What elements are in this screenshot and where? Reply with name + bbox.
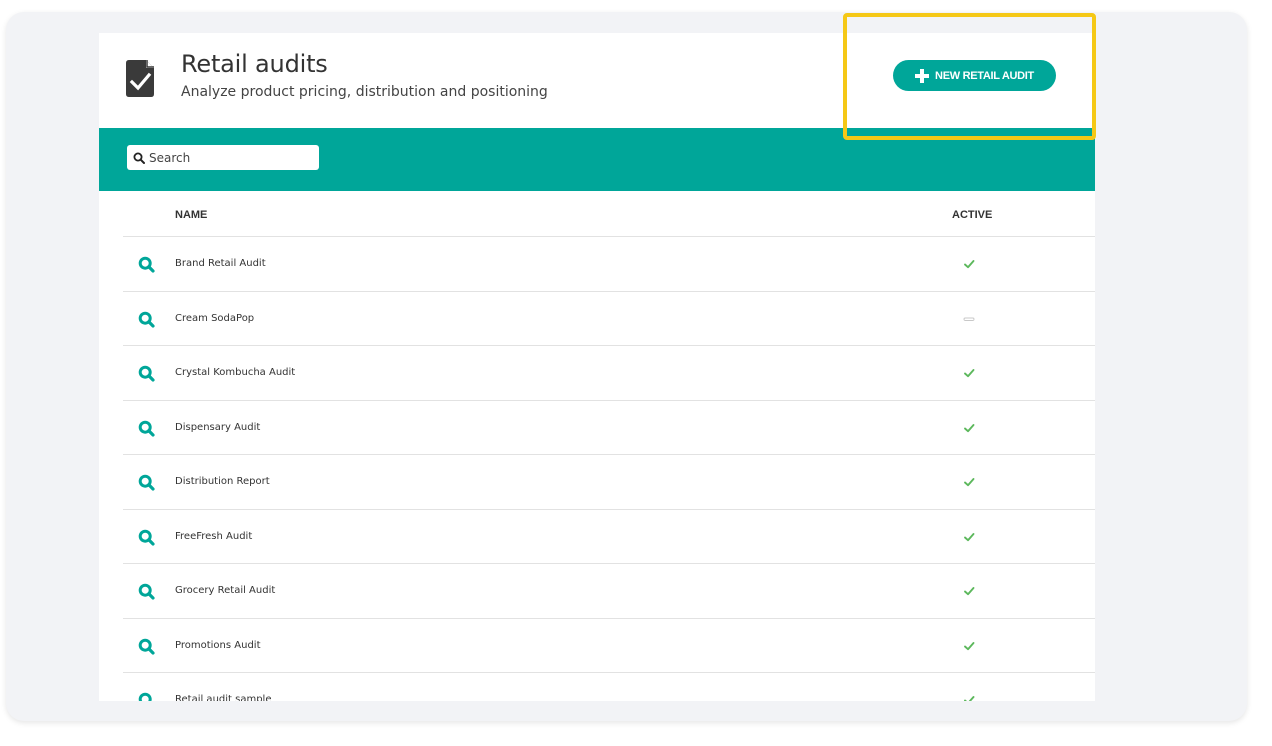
search-box[interactable]	[127, 145, 319, 170]
document-check-icon	[126, 60, 154, 97]
view-magnifier-icon[interactable]	[138, 256, 155, 273]
column-header-name: NAME	[175, 209, 208, 221]
audits-table: NAME ACTIVE Brand Retail Audit Cream Soda…	[123, 191, 1095, 701]
row-name: Dispensary Audit	[175, 421, 261, 433]
row-name: Crystal Kombucha Audit	[175, 367, 296, 378]
view-magnifier-icon[interactable]	[138, 311, 155, 328]
page-title: Retail audits	[181, 50, 328, 78]
active-check-icon	[964, 369, 975, 378]
table-row[interactable]: Brand Retail Audit	[123, 237, 1095, 292]
inactive-dash-icon	[963, 317, 975, 321]
new-retail-audit-label: NEW RETAIL AUDIT	[935, 69, 1034, 82]
row-name: Brand Retail Audit	[175, 258, 266, 269]
table-row[interactable]: Retail audit sample	[123, 673, 1095, 701]
row-name: FreeFresh Audit	[175, 530, 253, 542]
search-toolbar	[99, 128, 1095, 191]
row-name: Cream SodaPop	[175, 312, 255, 324]
row-name: Grocery Retail Audit	[175, 585, 276, 596]
app-frame: Retail audits Analyze product pricing, d…	[6, 12, 1247, 721]
view-magnifier-icon[interactable]	[138, 583, 155, 600]
active-check-icon	[964, 260, 975, 269]
table-row[interactable]: Distribution Report	[123, 455, 1095, 510]
table-row[interactable]: FreeFresh Audit	[123, 510, 1095, 564]
column-header-active: ACTIVE	[952, 209, 993, 221]
table-row[interactable]: Cream SodaPop	[123, 292, 1095, 346]
new-retail-audit-button[interactable]: NEW RETAIL AUDIT	[893, 60, 1056, 91]
row-name: Distribution Report	[175, 476, 270, 487]
row-name: Promotions Audit	[175, 639, 261, 651]
view-magnifier-icon[interactable]	[138, 529, 155, 546]
table-header: NAME ACTIVE	[123, 191, 1095, 237]
active-check-icon	[964, 532, 975, 541]
view-magnifier-icon[interactable]	[138, 692, 155, 701]
page-header: Retail audits Analyze product pricing, d…	[99, 33, 1095, 128]
plus-icon	[915, 68, 930, 83]
active-check-icon	[964, 478, 975, 487]
active-check-icon	[964, 696, 975, 701]
search-icon	[133, 152, 145, 164]
table-body: Brand Retail Audit Cream SodaPop Crystal K…	[123, 237, 1095, 701]
table-row[interactable]: Promotions Audit	[123, 619, 1095, 673]
view-magnifier-icon[interactable]	[138, 474, 155, 491]
row-name: Retail audit sample	[175, 694, 272, 701]
retail-audits-panel: Retail audits Analyze product pricing, d…	[99, 33, 1095, 701]
page-subtitle: Analyze product pricing, distribution an…	[181, 84, 548, 100]
view-magnifier-icon[interactable]	[138, 638, 155, 655]
view-magnifier-icon[interactable]	[138, 420, 155, 437]
table-row[interactable]: Grocery Retail Audit	[123, 564, 1095, 619]
view-magnifier-icon[interactable]	[138, 365, 155, 382]
active-check-icon	[964, 423, 975, 432]
search-input[interactable]	[149, 150, 309, 165]
active-check-icon	[964, 587, 975, 596]
table-row[interactable]: Dispensary Audit	[123, 401, 1095, 455]
active-check-icon	[964, 641, 975, 650]
table-row[interactable]: Crystal Kombucha Audit	[123, 346, 1095, 401]
